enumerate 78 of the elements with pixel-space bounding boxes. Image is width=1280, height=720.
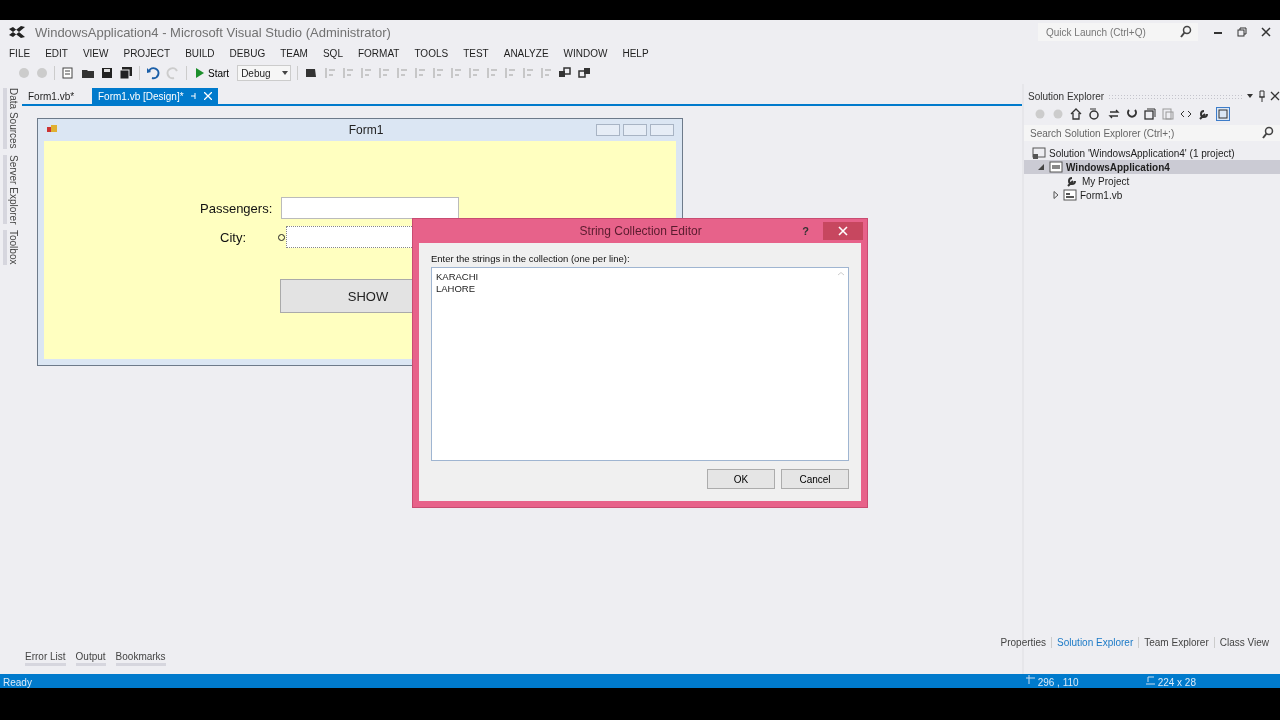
start-button[interactable]: Start [193, 67, 232, 79]
send-back-icon[interactable] [578, 66, 593, 80]
field-label: Passengers: [200, 200, 273, 216]
search-field[interactable]: Search Solution Explorer (Ctrl+;) [1024, 125, 1280, 141]
instruction-text: Enter the strings in the collection (one per line): [431, 253, 631, 264]
help-button[interactable]: ? [796, 224, 815, 238]
dialog-button[interactable]: Cancel [781, 469, 849, 489]
panel-tab[interactable]: Properties [995, 637, 1053, 648]
form-title: Form1 [347, 123, 385, 137]
play-icon [195, 68, 204, 78]
dialog-title: String Collection Editor [578, 224, 703, 238]
tree-item[interactable]: Form1.vb [1024, 188, 1280, 202]
save-icon[interactable] [101, 66, 113, 80]
vb-project-icon [1049, 160, 1063, 174]
quick-launch-field[interactable]: Quick Launch (Ctrl+Q) [1038, 23, 1198, 41]
show-files-icon[interactable] [1162, 107, 1174, 121]
control-size: 224 x 28 [1157, 678, 1196, 688]
close-icon[interactable] [1260, 25, 1272, 39]
panel-tab[interactable]: Team Explorer [1139, 637, 1215, 648]
wrench-icon [1065, 174, 1079, 188]
wrench-icon[interactable] [1198, 107, 1210, 121]
menu-item[interactable]: HELP [622, 47, 657, 59]
undo-icon[interactable] [146, 66, 160, 80]
expanded-arrow-icon[interactable] [1038, 163, 1046, 171]
tree-item[interactable]: My Project [1024, 174, 1280, 188]
menu-item[interactable]: BUILD [185, 47, 223, 59]
size-icon [1144, 674, 1155, 688]
solution-icon [1032, 146, 1046, 160]
menu-item[interactable]: WINDOW [563, 47, 616, 59]
vs-logo-icon [8, 25, 26, 39]
configuration-dropdown[interactable]: Debug [237, 65, 292, 81]
text-field[interactable] [281, 197, 460, 219]
close-icon[interactable] [1270, 89, 1280, 103]
collapse-all-icon[interactable] [1144, 107, 1156, 121]
document-tab[interactable]: Form1.vb* [22, 88, 92, 104]
panel-title: Solution Explorer [1028, 90, 1105, 102]
close-button[interactable] [823, 222, 863, 240]
menu-item[interactable]: PROJECT [123, 47, 179, 59]
menu-item[interactable]: SQL [322, 47, 351, 59]
panel-tab[interactable]: Class View [1214, 637, 1274, 648]
menu-item[interactable]: VIEW [82, 47, 117, 59]
menu-item[interactable]: FILE [9, 47, 39, 59]
menu-item[interactable]: EDIT [45, 47, 76, 59]
restore-icon[interactable] [1236, 25, 1248, 39]
search-icon[interactable] [1262, 126, 1276, 140]
tree-item[interactable]: Solution 'WindowsApplication4' (1 project) [1024, 146, 1280, 160]
menu-item[interactable]: ANALYZE [503, 47, 557, 59]
maximize-button[interactable] [623, 124, 647, 136]
strings-field[interactable]: KARACHI LAHORE [431, 267, 849, 461]
menu-item[interactable]: DEBUG [229, 47, 274, 59]
sync-icon[interactable] [1108, 107, 1120, 121]
pin-icon[interactable] [1258, 89, 1266, 103]
refresh-icon[interactable] [1126, 107, 1138, 121]
bottom-tab[interactable]: Output [75, 651, 106, 666]
sync-view-icon[interactable] [1216, 107, 1230, 121]
save-all-icon[interactable] [119, 66, 133, 80]
dialog-button[interactable]: OK [707, 469, 775, 489]
bottom-tab[interactable]: Error List [25, 651, 66, 666]
minimize-button[interactable] [596, 124, 620, 136]
bring-front-icon[interactable] [558, 66, 573, 80]
field-label: City: [220, 229, 246, 245]
status-text: Ready [2, 678, 32, 688]
tree-item[interactable]: WindowsApplication4 [1024, 160, 1280, 174]
menu-item[interactable]: TEST [463, 47, 497, 59]
close-icon [838, 226, 848, 236]
form-icon [1063, 188, 1077, 202]
collapsed-arrow-icon[interactable] [1052, 191, 1060, 199]
window-title: WindowsApplication4 - Microsoft Visual Studio (Administrator) [35, 24, 391, 40]
panel-tab[interactable]: Solution Explorer [1052, 637, 1140, 648]
new-project-icon[interactable] [61, 66, 75, 80]
menu-item[interactable]: FORMAT [357, 47, 408, 59]
menu-item[interactable]: TOOLS [414, 47, 457, 59]
home-icon[interactable] [1070, 107, 1082, 121]
bottom-tab[interactable]: Bookmarks [115, 651, 166, 666]
search-icon[interactable] [1180, 25, 1192, 39]
menu-item[interactable]: TEAM [280, 47, 316, 59]
cursor-position: 296 , 110 [1037, 678, 1079, 688]
caret-icon [282, 71, 289, 75]
